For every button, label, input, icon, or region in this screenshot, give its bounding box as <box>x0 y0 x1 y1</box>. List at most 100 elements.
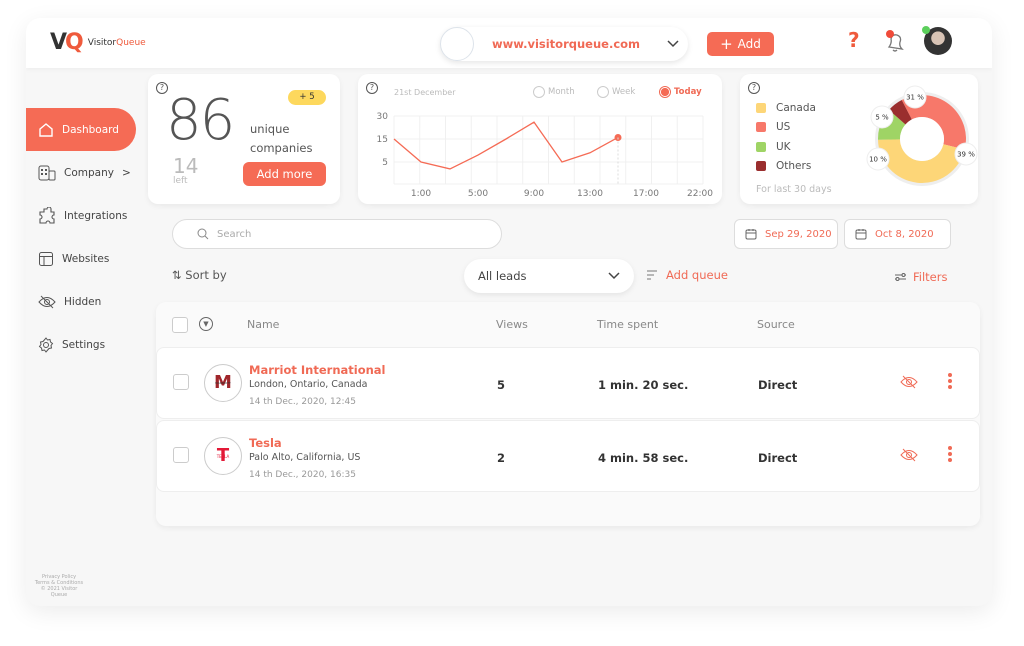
search-icon <box>197 228 209 240</box>
value-label: 39 % <box>957 151 975 159</box>
pie-legend: Canada US UK Others <box>756 98 816 176</box>
tesla-logo: T TESLA <box>204 437 242 475</box>
help-icon[interactable]: ? <box>748 82 760 94</box>
sidebar-item-settings[interactable]: Settings <box>26 323 146 366</box>
sliders-icon <box>895 273 906 281</box>
eye-off-icon <box>38 295 56 308</box>
select-all-checkbox[interactable] <box>172 317 188 333</box>
search-input[interactable]: Search <box>172 219 502 249</box>
x-tick-label: 5:00 <box>468 189 488 199</box>
filters-button[interactable]: Filters <box>894 270 947 284</box>
marriott-logo: M MARRIOTT <box>204 364 242 402</box>
source: Direct <box>758 451 798 465</box>
hide-icon[interactable] <box>900 448 918 462</box>
logo[interactable]: VQ VisitorQueue <box>50 30 146 55</box>
website-favicon <box>440 27 474 61</box>
dropdown-circle-icon[interactable]: ▼ <box>199 317 213 331</box>
company-name[interactable]: Marriot International <box>249 363 386 377</box>
column-time-spent[interactable]: Time spent <box>597 318 658 331</box>
company-location: London, Ontario, Canada <box>249 379 368 390</box>
table-row[interactable]: T TESLA Tesla Palo Alto, California, US … <box>156 420 980 492</box>
copyright: © 2021 Visitor Queue <box>40 586 78 598</box>
sidebar-item-integrations[interactable]: Integrations <box>26 194 146 237</box>
sidebar-item-hidden[interactable]: Hidden <box>26 280 146 323</box>
row-checkbox[interactable] <box>173 374 189 390</box>
add-queue-button[interactable]: Add queue <box>646 268 728 282</box>
legend-label: Canada <box>776 101 816 114</box>
remaining-label: left <box>173 176 188 186</box>
source: Direct <box>758 378 798 392</box>
new-companies-badge: + 5 <box>288 90 326 105</box>
puzzle-icon <box>39 206 55 224</box>
sidebar-item-label: Hidden <box>64 295 102 308</box>
value-label: 10 % <box>869 156 887 164</box>
views-count: 2 <box>497 451 506 465</box>
building-icon <box>38 165 56 180</box>
x-tick-label: 17:00 <box>633 189 659 199</box>
remaining-count: 14 <box>173 154 199 178</box>
website-url: www.visitorqueue.com <box>491 37 641 51</box>
calendar-icon <box>855 229 867 240</box>
y-tick-label: 5 <box>382 158 388 168</box>
bell-icon[interactable] <box>884 30 906 58</box>
more-options-icon[interactable] <box>948 446 952 464</box>
website-selector[interactable]: www.visitorqueue.com <box>440 27 688 61</box>
column-source[interactable]: Source <box>757 318 795 331</box>
sidebar-item-company[interactable]: Company > <box>26 151 146 194</box>
chevron-down-icon <box>608 272 620 280</box>
unique-companies-count: 86 <box>166 88 235 153</box>
add-button[interactable]: + Add <box>707 32 774 56</box>
legend-swatch <box>756 161 766 172</box>
plus-icon: + <box>720 35 733 53</box>
leads-filter-select[interactable]: All leads <box>464 259 634 293</box>
list-icon <box>647 270 657 280</box>
legend-swatch <box>756 141 766 152</box>
footer-links: Privacy Policy Terms & Conditions © 2021… <box>34 574 84 598</box>
calendar-icon <box>745 229 757 240</box>
question-icon[interactable]: ? <box>848 28 860 52</box>
search-placeholder: Search <box>217 228 252 240</box>
views-count: 5 <box>497 378 506 392</box>
top-bar: VQ VisitorQueue www.visitorqueue.com + A… <box>26 18 992 68</box>
table-row[interactable]: M MARRIOTT Marriot International London,… <box>156 347 980 419</box>
donut-hole <box>900 117 944 161</box>
visit-time: 14 th Dec., 2020, 16:35 <box>249 470 356 480</box>
logo-mark: VQ <box>50 30 84 55</box>
home-icon <box>39 122 53 137</box>
sidebar-item-websites[interactable]: Websites <box>26 237 146 280</box>
value-label: 5 % <box>875 114 889 122</box>
more-options-icon[interactable] <box>948 373 952 391</box>
row-checkbox[interactable] <box>173 447 189 463</box>
legend-label: US <box>776 121 791 134</box>
unique-companies-label: unique companies <box>250 122 313 155</box>
sidebar-item-label: Dashboard <box>62 123 119 136</box>
online-status-dot <box>922 26 930 34</box>
legend-item: Canada <box>756 98 816 118</box>
logo-text: VisitorQueue <box>87 37 146 48</box>
date-from-picker[interactable]: Sep 29, 2020 <box>734 219 838 249</box>
gear-icon <box>38 336 54 353</box>
visitors-chart-card: ? 21st December Month Week Today 30 15 5 1:… <box>358 74 722 204</box>
time-spent: 4 min. 58 sec. <box>598 451 689 465</box>
sidebar-item-dashboard[interactable]: Dashboard <box>26 108 136 151</box>
sidebar-item-label: Integrations <box>64 209 128 222</box>
y-tick-label: 15 <box>377 135 388 145</box>
hide-icon[interactable] <box>900 375 918 389</box>
add-more-button[interactable]: Add more <box>243 162 326 186</box>
date-to-picker[interactable]: Oct 8, 2020 <box>844 219 951 249</box>
company-location: Palo Alto, California, US <box>249 452 361 463</box>
sidebar: Dashboard Company > Integrations Website… <box>26 108 146 366</box>
legend-item: US <box>756 118 816 138</box>
x-tick-label: 22:00 <box>687 189 713 199</box>
column-name[interactable]: Name <box>247 318 279 331</box>
sort-by-button[interactable]: ⇅ Sort by <box>172 268 227 282</box>
table-header: ▼ Name Views Time spent Source <box>156 302 980 347</box>
sidebar-item-label: Company <box>64 166 114 179</box>
x-tick-label: 13:00 <box>577 189 603 199</box>
sidebar-item-label: Settings <box>62 338 106 351</box>
period-label: For last 30 days <box>756 184 832 195</box>
company-name[interactable]: Tesla <box>249 436 282 450</box>
column-views[interactable]: Views <box>496 318 528 331</box>
legend-swatch <box>756 102 766 113</box>
country-breakdown-card: ? Canada US UK Others For last 30 days 39 %… <box>740 74 978 204</box>
